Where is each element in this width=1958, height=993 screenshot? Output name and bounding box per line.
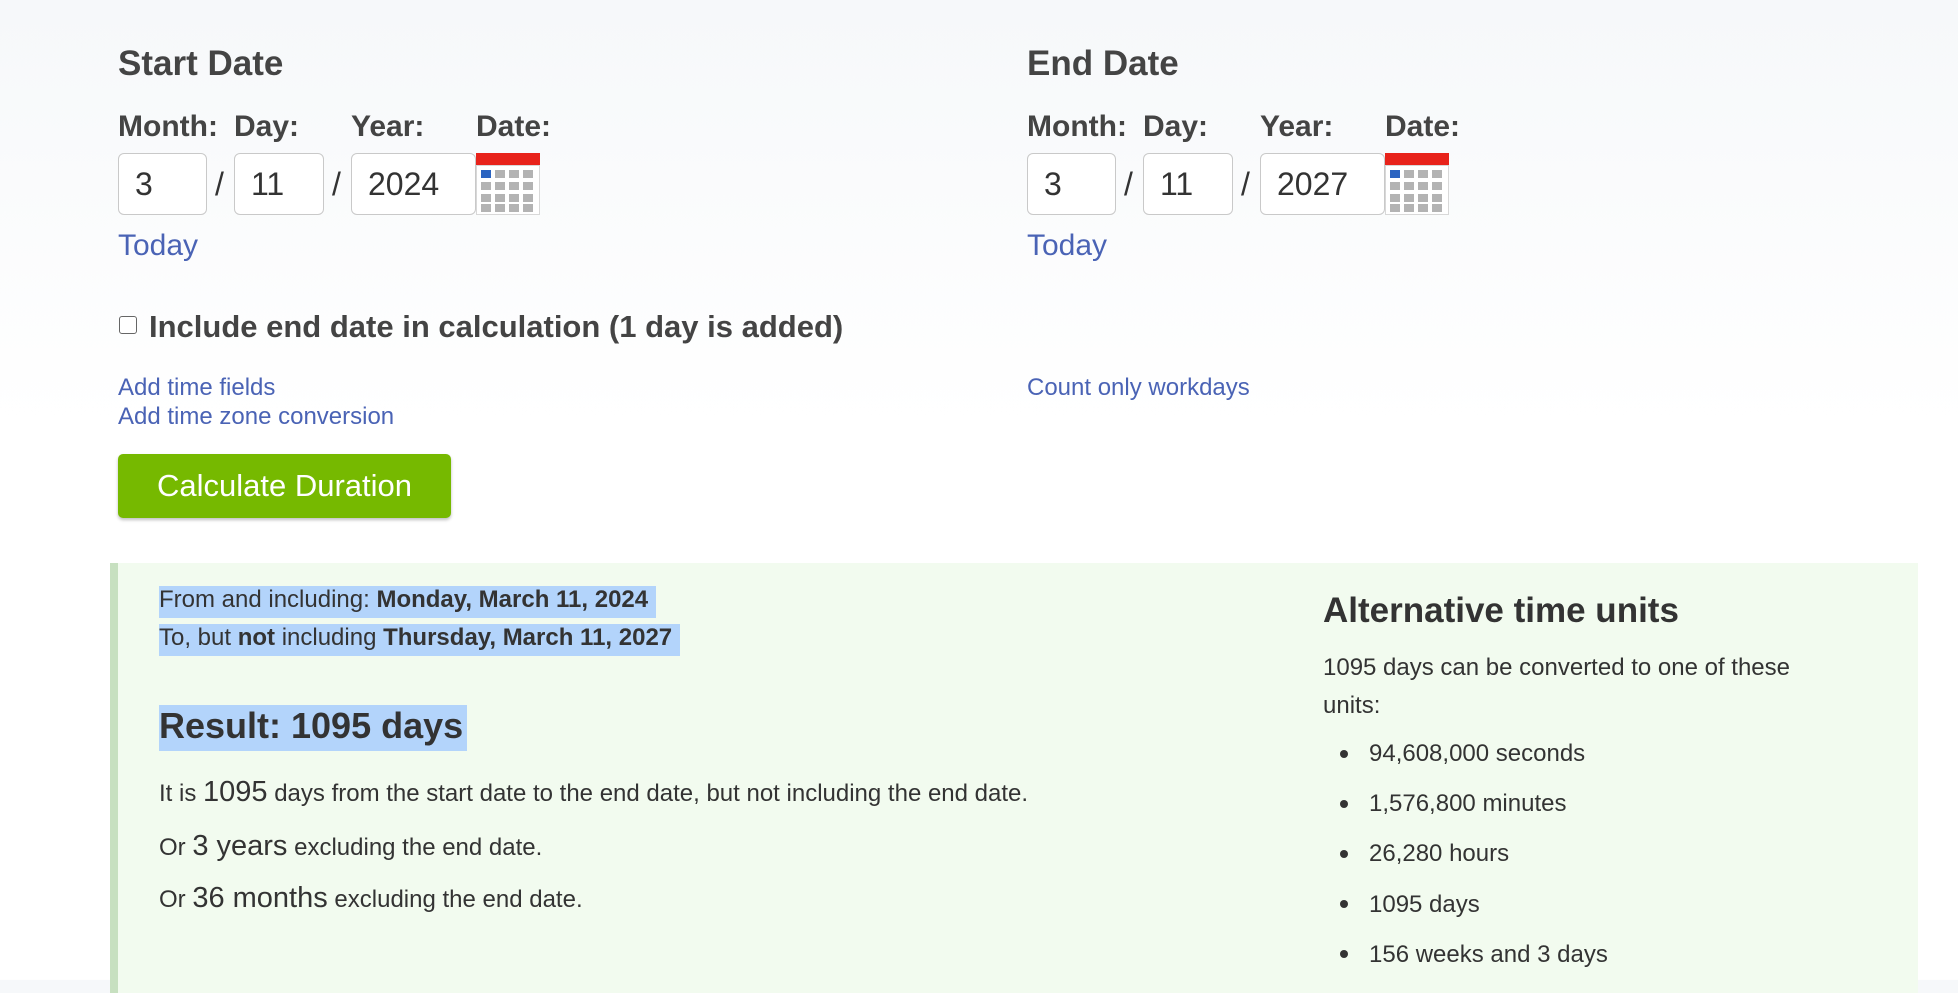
unit-seconds: 94,608,000 seconds (1369, 740, 1586, 767)
calendar-cell (495, 194, 505, 202)
to-not: not (237, 624, 276, 651)
calendar-cell (1432, 182, 1442, 190)
unit-hours: 26,280 hours (1369, 840, 1510, 867)
calendar-cell (1418, 170, 1428, 178)
calendar-cell (1432, 170, 1442, 178)
calendar-cell (509, 204, 519, 212)
calendar-cell (1404, 194, 1414, 202)
calendar-cell (495, 204, 505, 212)
alternative-units-description: 1095 days can be converted to one of the… (1323, 654, 1791, 719)
start-date-title: Start Date (118, 44, 284, 83)
from-date: Monday, March 11, 2024 (376, 586, 649, 613)
calendar-cell (523, 170, 533, 178)
bullet-dot (1340, 850, 1348, 858)
calendar-cell (509, 182, 519, 190)
months-prefix: Or (159, 886, 193, 913)
include-end-date-checkbox[interactable] (119, 316, 137, 334)
end-month-input[interactable] (1027, 153, 1116, 215)
start-sep-1: / (215, 166, 224, 202)
calendar-cell (1404, 204, 1414, 212)
start-calendar-icon[interactable] (476, 153, 540, 215)
result-title: Result: 1095 days (159, 705, 468, 751)
count-workdays-link[interactable]: Count only workdays (1027, 374, 1250, 402)
end-day-label: Day: (1143, 110, 1209, 143)
end-year-label: Year: (1260, 110, 1334, 143)
calendar-cell (1418, 204, 1428, 212)
start-day-input[interactable] (234, 153, 324, 215)
calculate-duration-button[interactable]: Calculate Duration (118, 454, 451, 518)
result-line-months: Or 36 months excluding the end date. (159, 882, 583, 915)
end-sep-2: / (1241, 166, 1250, 202)
to-line: To, but not including Thursday, March 11… (159, 624, 681, 656)
alternative-units-title: Alternative time units (1323, 591, 1679, 630)
start-today-link[interactable]: Today (118, 229, 198, 263)
start-year-label: Year: (351, 110, 425, 143)
calendar-cell (481, 170, 491, 178)
calendar-cell (481, 204, 491, 212)
days-number: 1095 (203, 776, 268, 808)
unit-days: 1095 days (1369, 891, 1480, 918)
end-year-input[interactable] (1260, 153, 1385, 215)
end-today-link[interactable]: Today (1027, 229, 1107, 263)
end-sep-1: / (1124, 166, 1133, 202)
years-number: 3 years (192, 830, 288, 862)
start-sep-2: / (332, 166, 341, 202)
add-time-fields-link[interactable]: Add time fields (118, 374, 275, 402)
end-day-input[interactable] (1143, 153, 1233, 215)
days-prefix: It is (159, 780, 204, 807)
unit-minutes: 1,576,800 minutes (1369, 790, 1567, 817)
calendar-cell (481, 182, 491, 190)
end-date-title: End Date (1027, 44, 1179, 83)
days-suffix: days from the start date to the end date… (267, 780, 1029, 807)
calendar-cell (1390, 204, 1400, 212)
start-day-label: Day: (234, 110, 300, 143)
calendar-cell (495, 182, 505, 190)
start-month-label: Month: (118, 110, 218, 143)
calendar-cell (1404, 170, 1414, 178)
calendar-cell (523, 182, 533, 190)
end-month-label: Month: (1027, 110, 1127, 143)
calendar-cell (1390, 194, 1400, 202)
bullet-dot (1340, 950, 1348, 958)
months-number: 36 months (192, 882, 328, 914)
calendar-body (1385, 165, 1449, 215)
calendar-cell (1418, 194, 1428, 202)
from-line: From and including: Monday, March 11, 20… (159, 586, 657, 618)
calendar-cell (1432, 204, 1442, 212)
calendar-cell (1390, 170, 1400, 178)
to-date: Thursday, March 11, 2027 (383, 624, 673, 651)
start-year-input[interactable] (351, 153, 476, 215)
from-prefix: From and including: (159, 586, 377, 613)
include-end-date-label[interactable]: Include end date in calculation (1 day i… (149, 309, 843, 345)
to-middle: including (275, 624, 384, 651)
calendar-cell (1390, 182, 1400, 190)
calendar-cell (495, 170, 505, 178)
calendar-cell (509, 170, 519, 178)
years-prefix: Or (159, 834, 193, 861)
calendar-cell (523, 194, 533, 202)
calendar-cell (1432, 194, 1442, 202)
bullet-dot (1340, 750, 1348, 758)
bullet-dot (1340, 800, 1348, 808)
calendar-body (476, 165, 540, 215)
end-calendar-icon[interactable] (1385, 153, 1449, 215)
to-prefix: To, but (159, 624, 238, 651)
start-month-input[interactable] (118, 153, 207, 215)
calendar-header (476, 153, 540, 165)
result-line-years: Or 3 years excluding the end date. (159, 830, 542, 863)
bullet-dot (1340, 900, 1348, 908)
months-suffix: excluding the end date. (327, 886, 583, 913)
unit-weeks: 156 weeks and 3 days (1369, 941, 1608, 968)
calendar-cell (523, 204, 533, 212)
calendar-cell (1404, 182, 1414, 190)
calendar-cell (1418, 182, 1428, 190)
years-suffix: excluding the end date. (287, 834, 543, 861)
calendar-cell (481, 194, 491, 202)
start-date-label: Date: (476, 110, 552, 143)
end-date-label: Date: (1385, 110, 1461, 143)
calendar-cell (509, 194, 519, 202)
calendar-header (1385, 153, 1449, 165)
add-time-zone-link[interactable]: Add time zone conversion (118, 403, 394, 431)
result-line-days: It is 1095 days from the start date to t… (159, 776, 1028, 809)
